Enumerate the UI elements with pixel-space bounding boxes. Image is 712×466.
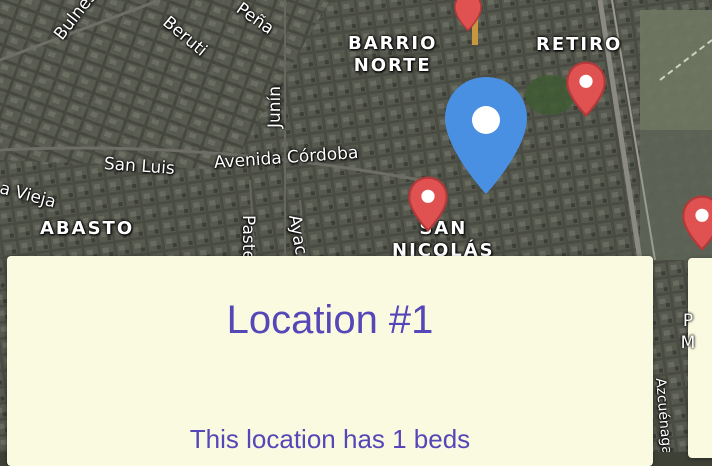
location-pin-icon[interactable] bbox=[564, 60, 608, 118]
location-card-title: Location #1 bbox=[226, 298, 434, 342]
neighborhood-barrio-norte: BARRIO NORTE bbox=[348, 33, 438, 76]
location-card[interactable]: Location #1 This location has 1 beds bbox=[7, 256, 653, 466]
current-location-marker-icon[interactable] bbox=[441, 74, 531, 198]
neighborhood-abasto: ABASTO bbox=[40, 218, 135, 239]
location-pin-icon[interactable] bbox=[448, 0, 488, 32]
neighborhood-retiro: RETIRO bbox=[536, 34, 623, 55]
location-card-next[interactable]: P M bbox=[681, 258, 712, 458]
street-junin: Junín bbox=[265, 85, 285, 128]
next-card-partial-label: P M bbox=[680, 311, 696, 353]
location-card-description: This location has 1 beds bbox=[189, 424, 471, 454]
street-pasteur: Paste bbox=[238, 215, 258, 261]
location-pin-icon[interactable] bbox=[680, 194, 712, 252]
